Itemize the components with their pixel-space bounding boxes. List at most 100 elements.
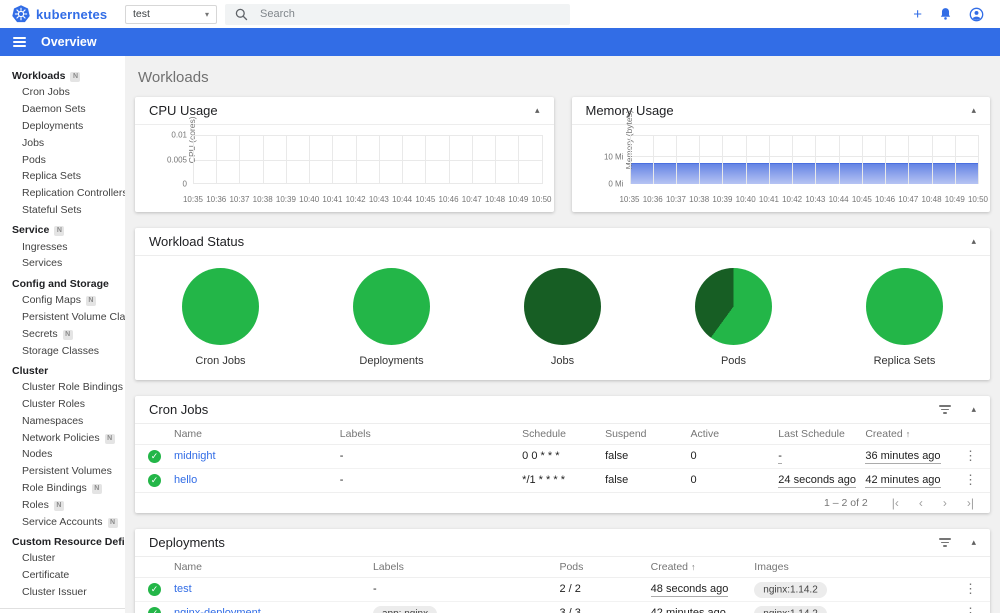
sidebar-item[interactable]: Cluster Issuer — [0, 584, 125, 601]
y-tick: 0.01 — [171, 130, 187, 140]
row-menu-button[interactable]: ⋮ — [959, 605, 977, 613]
sidebar-item[interactable]: Services — [0, 255, 125, 272]
sidebar-item[interactable]: Persistent Volume ClaimsN — [0, 309, 125, 326]
sidebar-item[interactable]: Cluster — [0, 550, 125, 567]
sidebar-item-label: Secrets — [22, 327, 58, 340]
cell-schedule: */1 * * * * — [522, 474, 565, 487]
create-resource-icon[interactable]: + — [913, 7, 922, 22]
sidebar-section-header[interactable]: Cluster — [0, 363, 125, 379]
sidebar-item[interactable]: Network Policies N — [0, 429, 125, 446]
last-page-icon[interactable]: ›| — [967, 496, 974, 510]
sidebar-section-header[interactable]: Workloads N — [0, 68, 125, 84]
sidebar-item[interactable]: Cluster Role Bindings — [0, 379, 125, 396]
notifications-bell-icon[interactable] — [939, 7, 952, 21]
column-header[interactable]: Last Schedule — [778, 428, 865, 440]
sidebar-item[interactable]: Secrets N — [0, 325, 125, 342]
namespaced-badge: N — [104, 433, 115, 444]
pie-label: Jobs — [550, 355, 575, 367]
row-menu-button[interactable]: ⋮ — [959, 448, 977, 464]
x-tick: 10:45 — [415, 195, 436, 204]
sidebar-item[interactable]: Role Bindings N — [0, 480, 125, 497]
y-axis-label: Memory (bytes) — [623, 109, 634, 169]
column-header[interactable]: Schedule — [522, 428, 605, 440]
sidebar-item[interactable]: Daemon Sets — [0, 101, 125, 118]
deployments-thead: Name Labels Pods Created ↑ Images — [135, 557, 990, 578]
search-input[interactable] — [260, 8, 560, 20]
column-header[interactable]: Suspend — [605, 428, 690, 440]
deployment-name-link[interactable]: test — [174, 583, 373, 595]
status-ok-icon: ✓ — [148, 582, 161, 596]
sidebar-section-header[interactable]: Config and Storage — [0, 276, 125, 292]
x-tick: 10:39 — [712, 195, 733, 204]
sidebar-item[interactable]: Persistent Volumes — [0, 463, 125, 480]
cron-jobs-card: Cron Jobs ▴ Name Labels Schedule Suspend Act… — [135, 396, 990, 513]
sidebar-item[interactable]: Storage Classes — [0, 342, 125, 359]
collapse-icon[interactable]: ▴ — [971, 404, 976, 415]
sidebar-item[interactable]: Stateful Sets — [0, 201, 125, 218]
filter-icon[interactable] — [937, 403, 953, 416]
x-tick: 10:36 — [642, 195, 663, 204]
status-ok-icon: ✓ — [148, 473, 161, 487]
namespace-selector[interactable]: test ▾ — [125, 4, 217, 24]
user-account-icon[interactable] — [969, 7, 984, 22]
column-header[interactable]: Pods — [559, 561, 650, 573]
pie-label: Cron Jobs — [195, 355, 246, 367]
row-menu-button[interactable]: ⋮ — [959, 472, 977, 488]
sidebar-item[interactable]: Cluster Roles — [0, 396, 125, 413]
search-bar[interactable] — [225, 3, 570, 25]
sidebar-item[interactable]: Cron Jobs — [0, 84, 125, 101]
sidebar-item[interactable]: Namespaces — [0, 413, 125, 430]
next-page-icon[interactable]: › — [943, 496, 947, 510]
sidebar-item[interactable]: Config Maps N — [0, 292, 125, 309]
sidebar-item[interactable]: Pods — [0, 151, 125, 168]
x-tick: 10:44 — [392, 195, 413, 204]
collapse-icon[interactable]: ▴ — [971, 537, 976, 548]
sidebar-item[interactable]: Ingresses — [0, 238, 125, 255]
collapse-icon[interactable]: ▴ — [971, 105, 976, 116]
column-header[interactable]: Name — [174, 561, 373, 573]
y-tick: 0.005 — [166, 155, 187, 164]
x-tick: 10:35 — [619, 195, 640, 204]
collapse-icon[interactable]: ▴ — [535, 105, 540, 116]
memory-area-series — [629, 162, 978, 184]
cpu-chart: 0.01 0.005 0 CPU (cores) 10:35 10:36 10:37… — [135, 116, 554, 211]
sidebar-item[interactable]: Replication Controllers — [0, 185, 125, 202]
sidebar-item-label: Ingresses — [22, 240, 68, 253]
sidebar-item[interactable]: Deployments — [0, 118, 125, 135]
sidebar-item[interactable]: Replica Sets — [0, 168, 125, 185]
sidebar-item[interactable]: Certificate — [0, 567, 125, 584]
menu-hamburger-icon[interactable] — [13, 36, 26, 48]
first-page-icon[interactable]: |‹ — [892, 496, 899, 510]
column-header[interactable]: Created ↑ — [865, 428, 959, 440]
workload-pie: Cron Jobs — [182, 268, 259, 367]
namespaced-badge: N — [107, 517, 118, 528]
x-tick: 10:37 — [229, 195, 250, 204]
sidebar-item[interactable]: Service Accounts N — [0, 513, 125, 530]
column-header[interactable]: Labels — [373, 561, 560, 573]
collapse-icon[interactable]: ▴ — [971, 236, 976, 247]
header-actions: + — [913, 7, 988, 22]
sidebar-item[interactable]: Roles N — [0, 496, 125, 513]
column-header[interactable]: Active — [690, 428, 778, 440]
column-header[interactable]: Images — [754, 561, 959, 573]
sidebar-item[interactable]: Nodes — [0, 446, 125, 463]
kubernetes-logo[interactable]: kubernetes — [12, 5, 125, 23]
sidebar-section-header[interactable]: Service N — [0, 222, 125, 238]
cell-last-schedule: 24 seconds ago — [778, 474, 856, 488]
sidebar-section-header[interactable]: Custom Resource Definitions — [0, 534, 125, 550]
prev-page-icon[interactable]: ‹ — [919, 496, 923, 510]
cronjob-name-link[interactable]: midnight — [174, 450, 340, 462]
x-tick: 10:49 — [944, 195, 965, 204]
filter-icon[interactable] — [937, 536, 953, 549]
pie-label: Pods — [720, 355, 747, 367]
column-header[interactable]: Name — [174, 428, 340, 440]
memory-chart: 10 Mi 0 Mi Memory (bytes) 10:35 10:36 10:3… — [572, 110, 991, 211]
x-tick: 10:50 — [967, 195, 989, 204]
cronjob-name-link[interactable]: hello — [174, 474, 340, 486]
column-header[interactable]: Created ↑ — [651, 561, 755, 573]
row-menu-button[interactable]: ⋮ — [959, 581, 977, 597]
column-header[interactable]: Labels — [340, 428, 522, 440]
deployment-name-link[interactable]: nginx-deployment — [174, 607, 373, 613]
cell-suspend: false — [605, 474, 629, 487]
sidebar-item[interactable]: Jobs — [0, 134, 125, 151]
